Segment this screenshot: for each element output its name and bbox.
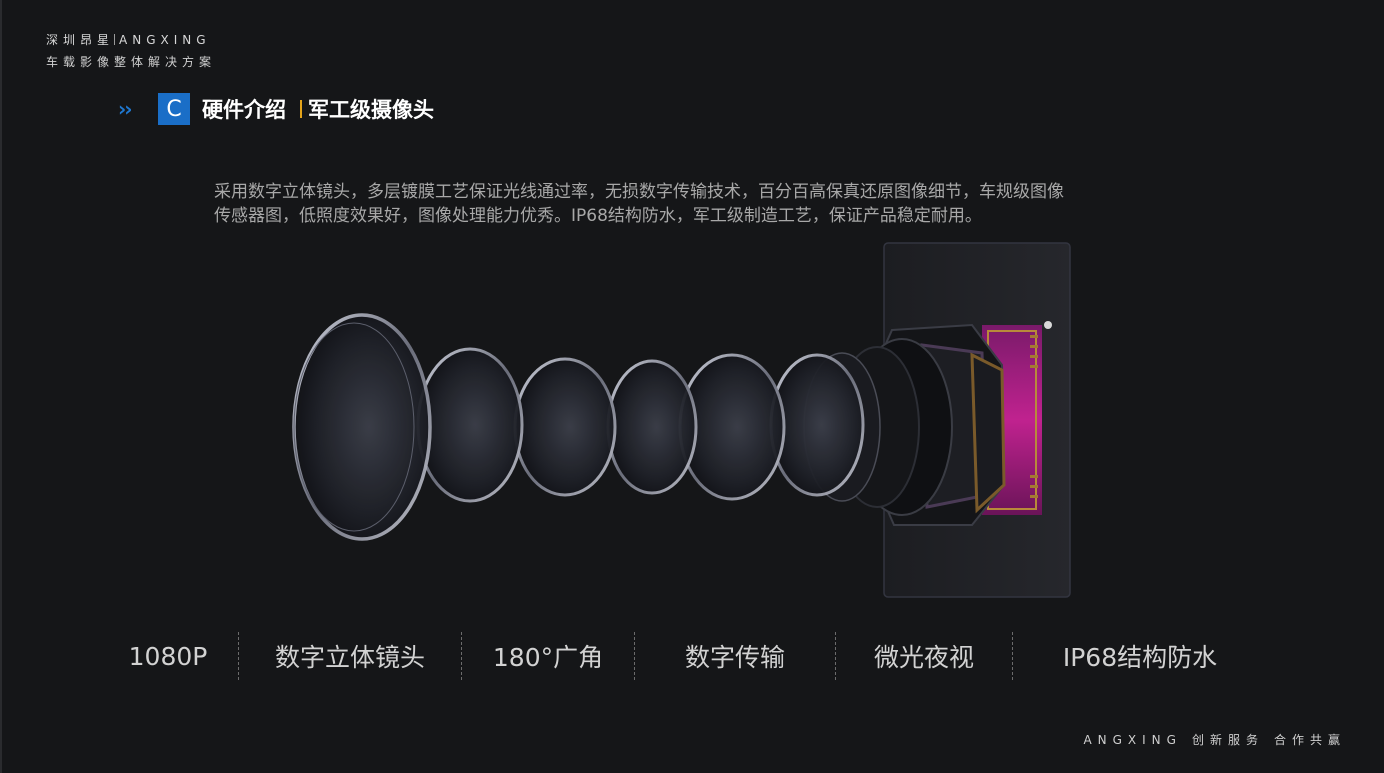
lens-element: [513, 357, 617, 497]
section-header: ›› C 硬件介绍 军工级摄像头: [118, 93, 434, 125]
feature-item: 1080P: [128, 641, 208, 671]
description-line-1: 采用数字立体镜头，多层镀膜工艺保证光线通过率，无损数字传输技术，百分百高保真还原…: [214, 182, 1064, 202]
feature-item: 数字立体镜头: [274, 643, 425, 672]
feature-item: 180°广角: [492, 643, 604, 672]
footer: ANGXING 创新服务 合作共赢: [1073, 731, 1346, 748]
section-subtitle: 军工级摄像头: [308, 98, 434, 122]
lens-element: [606, 359, 698, 495]
section-title: 硬件介绍: [202, 98, 286, 122]
brand-separator: [114, 34, 116, 45]
footer-slogan: 合作共赢: [1273, 733, 1346, 747]
brand-name-en: ANGXING: [119, 33, 211, 47]
section-letter-badge: C: [158, 93, 190, 125]
feature-item: 微光夜视: [873, 643, 974, 672]
feature-item: IP68结构防水: [1062, 643, 1218, 672]
feature-strip: 1080P 数字立体镜头 180°广角 数字传输 微光夜视 IP68结构防水: [98, 632, 1278, 680]
footer-brand: ANGXING: [1083, 733, 1182, 747]
lens-element: [416, 347, 524, 503]
brand-company: 深圳昂星: [46, 33, 115, 47]
double-chevron-right-icon: ››: [118, 97, 132, 121]
feature-item: 数字传输: [684, 643, 785, 672]
description-line-2: 传感器图，低照度效果好，图像处理能力优秀。IP68结构防水，军工级制造工艺，保证…: [214, 206, 982, 226]
title-divider-bar: [300, 100, 302, 118]
exploded-camera-lens-illustration: [292, 242, 1071, 598]
brand-tagline: 车载影像整体解决方案: [46, 55, 217, 69]
front-lens-element: [292, 313, 432, 541]
footer-slogan: 创新服务: [1191, 733, 1264, 747]
description: 采用数字立体镜头，多层镀膜工艺保证光线通过率，无损数字传输技术，百分百高保真还原…: [214, 180, 1244, 228]
slide: 深圳昂星 ANGXING 车载影像整体解决方案 ›› C 硬件介绍 军工级摄像头 …: [0, 0, 1384, 773]
brand-line: 深圳昂星 ANGXING: [46, 31, 211, 48]
